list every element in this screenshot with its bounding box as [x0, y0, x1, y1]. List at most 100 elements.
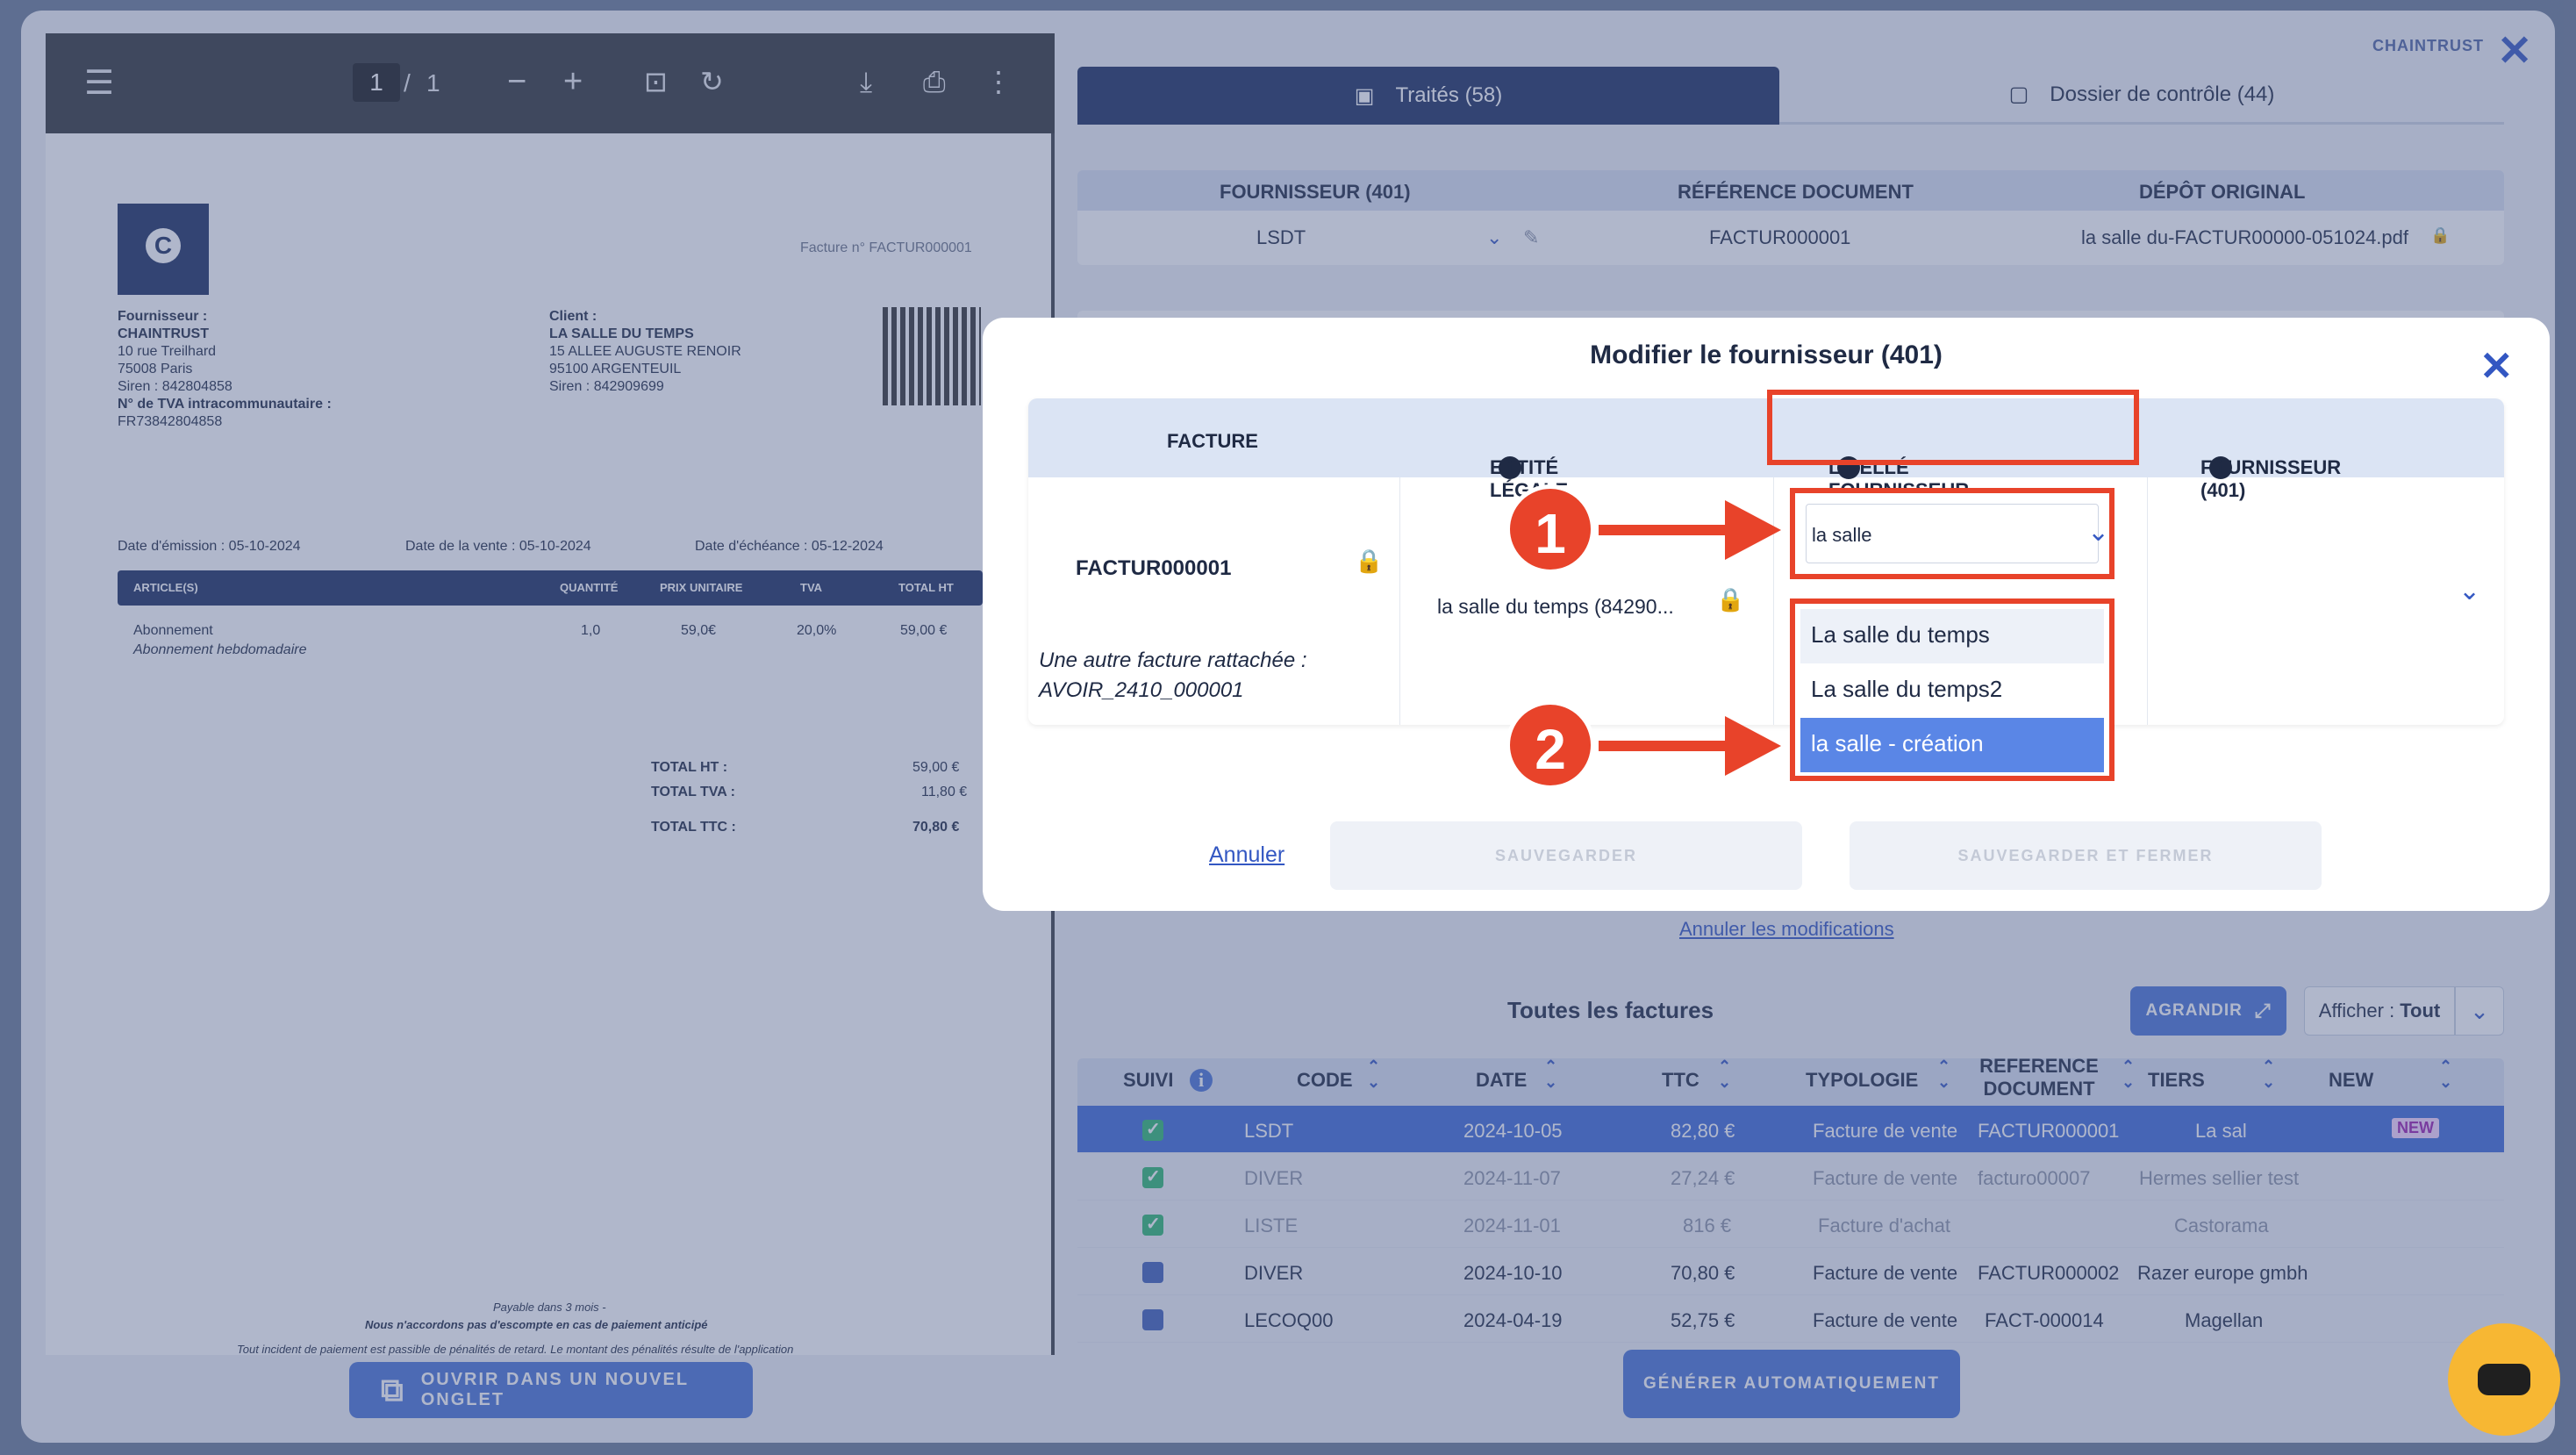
col-new[interactable]: NEW — [2329, 1069, 2373, 1092]
sort-icon[interactable]: ⌃ ⌄ — [1367, 1058, 1380, 1090]
check-icon[interactable] — [1142, 1213, 1163, 1236]
row-date: 2024-04-19 — [1463, 1309, 1563, 1331]
display-filter[interactable]: Afficher : Tout — [2304, 986, 2455, 1036]
zoom-out-icon[interactable]: − — [507, 65, 526, 98]
tab-traites[interactable]: ▣ Traités (58) — [1077, 67, 1779, 125]
save-close-button[interactable]: SAUVEGARDER ET FERMER — [1850, 821, 2322, 890]
tab-dossier-label: Dossier de contrôle (44) — [2050, 82, 2275, 106]
info-icon: i — [1190, 1069, 1213, 1092]
table-row[interactable]: DIVER 2024-11-07 27,24 € Facture de vent… — [1077, 1153, 2504, 1201]
zoom-in-icon[interactable]: + — [563, 65, 583, 98]
table-row[interactable]: LISTE 2024-11-01 816 € Facture d'achat C… — [1077, 1201, 2504, 1248]
sort-icon[interactable]: ⌃ ⌄ — [2262, 1058, 2275, 1090]
info-icon[interactable]: i — [1499, 456, 1521, 479]
original-file[interactable]: la salle du-FACTUR00000-051024.pdf — [2081, 226, 2408, 249]
item-name: Abonnement — [133, 623, 213, 638]
client-label: Client : — [549, 309, 597, 324]
col-reference[interactable]: REFERENCE DOCUMENT — [1969, 1055, 2109, 1100]
dropdown-option[interactable]: La salle du temps2 — [1800, 663, 2104, 718]
col-suivi[interactable]: SUIVI — [1123, 1069, 1173, 1092]
table-row[interactable]: LECOQ00 2024-04-19 52,75 € Facture de ve… — [1077, 1295, 2504, 1343]
expand-button[interactable]: AGRANDIR ⤢ — [2130, 986, 2286, 1036]
sort-icon[interactable]: ⌃ ⌄ — [1718, 1058, 1731, 1090]
item-price: 59,0€ — [681, 623, 717, 638]
check-icon[interactable] — [1142, 1165, 1163, 1188]
generate-auto-button[interactable]: GÉNÉRER AUTOMATIQUEMENT — [1623, 1350, 1960, 1418]
display-filter-toggle[interactable]: ⌄ — [2455, 986, 2504, 1036]
print-icon[interactable]: ⎙ — [923, 65, 946, 98]
fit-page-icon[interactable]: ⊡ — [644, 65, 668, 98]
chevron-down-icon[interactable]: ⌄ — [2458, 576, 2480, 606]
supplier-label-select: la salle ⌄ — [1790, 488, 2114, 579]
external-link-icon: ⧉ — [381, 1371, 405, 1408]
open-new-tab-button[interactable]: ⧉ OUVRIR DANS UN NOUVEL ONGLET — [349, 1362, 753, 1418]
dropdown-option-selected[interactable]: la salle - création — [1800, 718, 2104, 772]
client-address-2: 95100 ARGENTEUIL — [549, 362, 682, 376]
more-options-icon[interactable]: ⋮ — [984, 65, 1013, 98]
supplier-label-input[interactable]: la salle ⌄ — [1806, 504, 2109, 563]
pdf-items-header: ARTICLE(S) QUANTITÉ PRIX UNITAIRE TVA TO… — [118, 570, 983, 606]
info-icon[interactable]: i — [2209, 456, 2232, 479]
invoices-grid: SUIVI i CODE DATE TTC TYPOLOGIE REFERENC… — [1077, 1055, 2504, 1343]
cancel-link[interactable]: Annuler — [1209, 842, 1284, 868]
col-date[interactable]: DATE — [1476, 1069, 1527, 1092]
col-tiers[interactable]: TIERS — [2148, 1069, 2205, 1092]
chevron-down-icon[interactable]: ⌄ — [2087, 517, 2109, 548]
row-code: DIVER — [1244, 1167, 1304, 1189]
sort-icon[interactable]: ⌃ ⌄ — [2122, 1058, 2135, 1090]
footer-escompte: Nous n'accordons pas d'escompte en cas d… — [365, 1318, 708, 1331]
checkbox[interactable] — [1142, 1262, 1163, 1283]
pdf-toolbar: ☰ 1 / 1 − + ⊡ ↻ ⤓ ⎙ ⋮ — [46, 33, 1055, 133]
all-invoices-title: Toutes les factures — [1507, 997, 1714, 1023]
row-ttc: 70,80 € — [1671, 1262, 1735, 1284]
col-articles: ARTICLE(S) — [133, 581, 198, 594]
client-name: LA SALLE DU TEMPS — [549, 326, 694, 341]
display-filter-value: Tout — [2400, 1000, 2441, 1021]
supplier-siren: Siren : 842804858 — [118, 379, 233, 394]
facture-cell: FACTUR000001 🔒 Une autre facture rattach… — [1028, 477, 1400, 725]
close-icon[interactable]: ✕ — [2479, 342, 2514, 390]
modal-table-header: FACTURE ENTITÉ LÉGALEi LIBELLÉ FOURNISSE… — [1028, 398, 2504, 501]
col-typologie[interactable]: TYPOLOGIE — [1806, 1069, 1918, 1092]
total-ttc: 70,80 € — [912, 820, 960, 835]
page-separator: / — [404, 69, 411, 97]
col-code[interactable]: CODE — [1297, 1069, 1353, 1092]
table-row[interactable]: LSDT 2024-10-05 82,80 € Facture de vente… — [1077, 1106, 2504, 1153]
total-ht: 59,00 € — [912, 760, 960, 775]
menu-icon[interactable]: ☰ — [84, 67, 114, 100]
invoice-reference: Facture n° FACTUR000001 — [800, 240, 972, 255]
row-typologie: Facture d'achat — [1818, 1215, 1950, 1236]
dropdown-option[interactable]: La salle du temps — [1800, 609, 2104, 663]
row-ttc: 52,75 € — [1671, 1309, 1735, 1331]
col-ttc[interactable]: TTC — [1662, 1069, 1699, 1092]
supplier-tva-label: N° de TVA intracommunautaire : — [118, 397, 332, 412]
rotate-icon[interactable]: ↻ — [700, 65, 724, 98]
row-code: DIVER — [1244, 1262, 1304, 1284]
cancel-modifications-link[interactable]: Annuler les modifications — [1679, 918, 1894, 941]
row-ttc: 27,24 € — [1671, 1167, 1735, 1189]
sort-icon[interactable]: ⌃ ⌄ — [1937, 1058, 1950, 1090]
chevron-down-icon[interactable]: ⌄ — [1486, 226, 1502, 249]
sort-icon[interactable]: ⌃ ⌄ — [1544, 1058, 1557, 1090]
supplier-name: CHAINTRUST — [118, 326, 209, 341]
footer-payment: Payable dans 3 mois - — [493, 1301, 606, 1314]
entity-value: la salle du temps (84290... — [1437, 595, 1674, 618]
modal-table: FACTURE ENTITÉ LÉGALEi LIBELLÉ FOURNISSE… — [1028, 398, 2504, 725]
checkbox[interactable] — [1142, 1309, 1163, 1330]
edit-icon[interactable]: ✎ — [1523, 226, 1539, 249]
sort-icon[interactable]: ⌃ ⌄ — [2439, 1058, 2452, 1090]
col-total-ht: TOTAL HT — [898, 581, 954, 594]
supplier-code[interactable]: LSDT — [1256, 226, 1306, 249]
check-icon[interactable] — [1142, 1118, 1163, 1141]
save-button[interactable]: SAUVEGARDER — [1330, 821, 1802, 890]
fournisseur-cell: ⌄ — [2148, 477, 2504, 725]
tab-dossier-controle[interactable]: ▢ Dossier de contrôle (44) — [1779, 67, 2504, 125]
total-tva-label: TOTAL TVA : — [651, 785, 735, 799]
chat-widget-button[interactable] — [2448, 1323, 2560, 1436]
table-row[interactable]: DIVER 2024-10-10 70,80 € Facture de vent… — [1077, 1248, 2504, 1295]
attached-invoice-id[interactable]: AVOIR_2410_000001 — [1039, 676, 1307, 706]
supplier-address-2: 75008 Paris — [118, 362, 193, 376]
page-number-input[interactable]: 1 — [353, 63, 400, 102]
download-icon[interactable]: ⤓ — [860, 65, 872, 98]
client-address-1: 15 ALLEE AUGUSTE RENOIR — [549, 344, 741, 359]
